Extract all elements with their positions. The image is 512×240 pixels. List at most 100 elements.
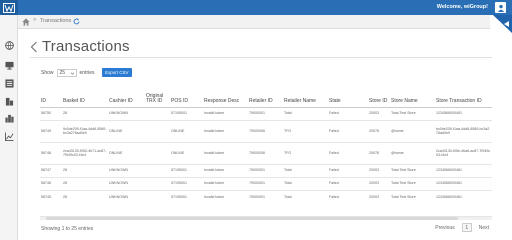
page-size-select[interactable]: 25 [56,69,77,77]
table-cell: 2ca43130-f05e-4ba6-ac87-7f949c03-f4e4 [435,141,492,164]
column-header[interactable]: Store ID [368,85,390,108]
table-cell: Total Test Store [390,176,435,190]
table-cell: 20003 [368,106,390,120]
table-cell: 1234566000461 [435,163,492,177]
column-header[interactable]: Retailer Name [283,85,328,108]
table-cell: Failed [328,189,368,203]
table-cell: 58746 [40,176,62,190]
table-cell: Failed [328,119,368,142]
table-cell: @home [390,119,435,142]
refresh-icon[interactable] [73,18,80,25]
chevron-down-icon [70,72,74,75]
previous-page-button[interactable]: Previous [432,224,457,232]
column-header[interactable]: State [328,85,368,108]
next-page-button[interactable]: Next [476,224,492,232]
table-cell: 79000001 [248,106,283,120]
column-header[interactable]: Original TRX ID [145,85,170,108]
back-chevron-icon[interactable] [30,41,38,53]
column-header[interactable]: ID [40,85,62,108]
table-cell: 58747 [40,163,62,177]
chart-line-icon[interactable] [3,130,15,142]
top-bar: Welcome, wiGroup! [0,0,512,15]
table-cell: 58749 [40,119,62,142]
table-cell: Invalid token [203,176,248,190]
table-cell: Invalid token [203,189,248,203]
table-cell [145,141,170,164]
table-cell: 20003 [368,163,390,177]
pagination: Previous 1 Next [432,223,492,232]
table-row[interactable]: 58750 28 UNKNOWN 57195001 Invalid token … [40,106,492,120]
table-cell: bc0de209-f1aa-4dd6-8589-bc3a276ad0e9 [435,119,492,142]
table-cell [145,176,170,190]
table-cell: 1234566000461 [435,176,492,190]
title-divider [30,57,492,58]
table-cell: Total Test Store [390,189,435,203]
scrollbar-thumb[interactable] [46,217,458,220]
table-cell [145,189,170,203]
column-header[interactable]: Store Name [390,85,435,108]
table-cell: 79000001 [248,176,283,190]
column-header[interactable]: Store Transaction ID [435,85,492,108]
column-header[interactable]: Basket ID [62,85,108,108]
globe-icon[interactable] [3,39,15,51]
welcome-text: Welcome, wiGroup! [436,4,488,10]
table-row[interactable]: 58746 28 UNKNOWN 57195001 Invalid token … [40,176,492,190]
column-header[interactable]: Retailer ID [248,85,283,108]
table-cell: 2ca43130-f050-4b71-ac87-7f949c03-f4e4 [62,141,108,164]
table-cell: 1234566000461 [435,189,492,203]
column-header[interactable]: POS ID [170,85,203,108]
table-cell: 58745 [40,189,62,203]
horizontal-scrollbar[interactable] [40,216,492,220]
table-cell: Total [283,163,328,177]
home-icon[interactable] [22,18,30,26]
table-cell: ONLINE [170,119,203,142]
list-icon[interactable] [3,77,15,89]
table-cell: UNKNOWN [108,163,145,177]
app-logo-icon[interactable] [0,0,18,15]
table-row[interactable]: 58749 9c0de209-f1aa-4dd6-8589-bc3a276ad0… [40,119,492,142]
table-cell: 79000001 [248,189,283,203]
table-cell: ONLINE [108,141,145,164]
table-cell: 20003 [368,189,390,203]
table-row[interactable]: 58747 28 UNKNOWN 57195001 Invalid token … [40,163,492,177]
table-row[interactable]: 58748 2ca43130-f050-4b71-ac87-7f949c03-f… [40,141,492,164]
column-header[interactable]: Cashier ID [108,85,145,108]
entries-label: entries [79,70,95,76]
monitor-icon[interactable] [3,59,15,71]
panel-toggle-button[interactable] [490,15,512,33]
breadcrumb-separator: » [33,17,37,23]
table-cell: Failed [328,163,368,177]
building-icon[interactable] [3,95,15,107]
table-cell [145,163,170,177]
table-cell [145,106,170,120]
export-csv-button[interactable]: Export CSV [102,68,132,77]
page-title: Transactions [42,38,130,55]
table-row[interactable]: 58745 28 UNKNOWN 57195001 Invalid token … [40,189,492,203]
table-cell: @home [390,141,435,164]
transactions-table: ID Basket ID Cashier ID Original TRX ID … [40,85,492,203]
current-page-button[interactable]: 1 [461,223,472,232]
table-cell: Failed [328,106,368,120]
table-cell: TFG [283,119,328,142]
breadcrumb-current[interactable]: Transactions [40,18,71,24]
column-header[interactable]: Response Desc [203,85,248,108]
table-cell: 9c0de209-f1aa-4dd6-8589-bc3a276ad0e9 [62,119,108,142]
table-cell: 79000006 [248,141,283,164]
table-cell: 57195001 [170,163,203,177]
table-header-row: ID Basket ID Cashier ID Original TRX ID … [40,85,492,108]
page-size-value: 25 [59,70,66,76]
table-cell: ONLINE [108,119,145,142]
table-cell: 20003 [368,176,390,190]
table-cell: Invalid token [203,163,248,177]
page-size-control: Show 25 entries [41,69,95,77]
table-cell: 58750 [40,106,62,120]
user-icon[interactable] [495,2,506,13]
table-cell: 79000001 [248,163,283,177]
sidebar [0,15,18,240]
table-cell: Total [283,176,328,190]
table-cell: ONLINE [170,141,203,164]
entries-info: Showing 1 to 25 entries [41,226,94,232]
table-cell: UNKNOWN [108,176,145,190]
table-cell: UNKNOWN [108,106,145,120]
city-icon[interactable] [3,112,15,124]
